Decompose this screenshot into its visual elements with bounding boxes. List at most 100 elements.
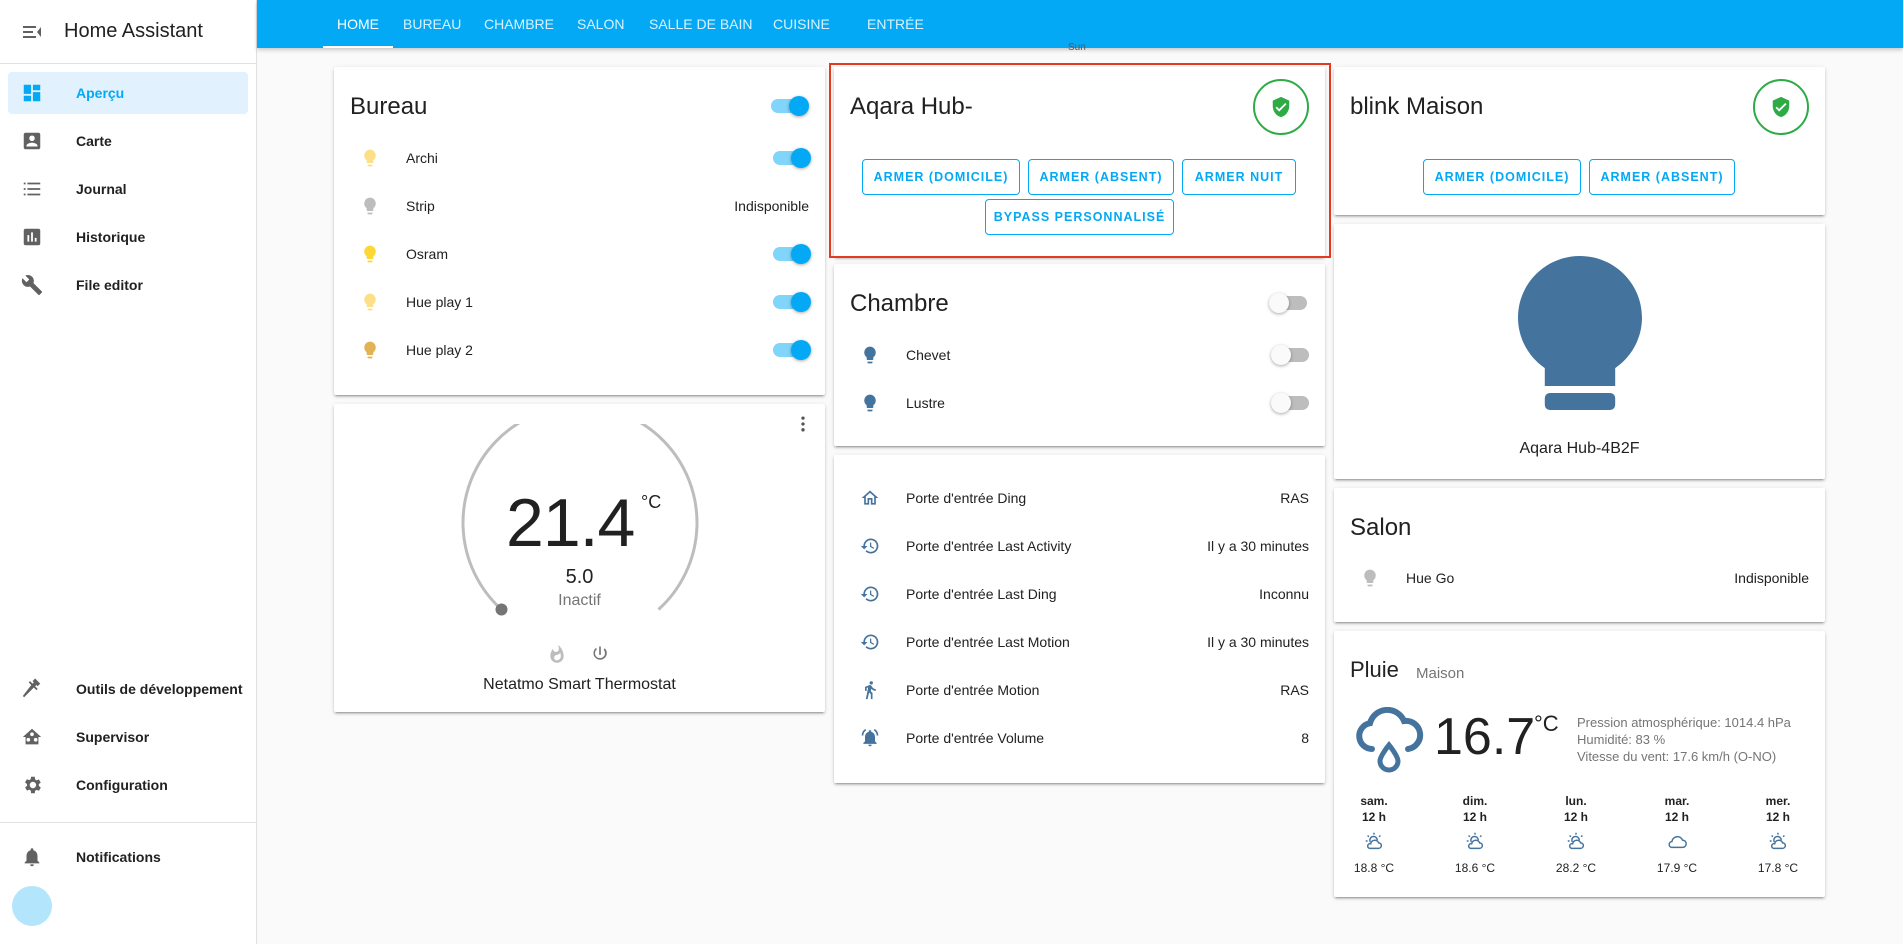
- sidebar-item-file-editor[interactable]: File editor: [8, 264, 248, 306]
- aqara-light-card[interactable]: Aqara Hub-4B2F: [1334, 224, 1825, 479]
- lightbulb-icon: [364, 197, 376, 215]
- weather-card[interactable]: Pluie Maison 16.7 °C Pression atmosphéri…: [1334, 631, 1825, 897]
- target-temperature: 5.0: [565, 566, 594, 588]
- forecast-day-name: dim.: [1462, 794, 1488, 808]
- tab-entree[interactable]: ENTRÉE: [853, 0, 938, 48]
- card-title: Salon: [1350, 514, 1412, 541]
- entity-row[interactable]: Porte d'entrée Volume 8: [850, 718, 1309, 758]
- menu-icon: [23, 25, 41, 38]
- alarm-state-badge[interactable]: [1753, 79, 1809, 135]
- user-avatar[interactable]: [12, 886, 52, 926]
- current-temperature: 21.4: [506, 485, 635, 561]
- tab-cuisine[interactable]: CUISINE: [759, 0, 844, 48]
- bureau-master-toggle[interactable]: [771, 96, 809, 116]
- forecast-hour: 12 h: [1664, 810, 1689, 824]
- entity-row[interactable]: Porte d'entrée Motion RAS: [850, 670, 1309, 710]
- lightbulb-icon: [364, 149, 376, 167]
- entity-name: Porte d'entrée Last Activity: [906, 538, 1072, 554]
- forecast-temp: 17.9 °C: [1656, 861, 1698, 875]
- sidebar-item-apercu[interactable]: Aperçu: [8, 72, 248, 114]
- weather-pressure: Pression atmosphérique: 1014.4 hPa: [1577, 715, 1791, 730]
- history-icon: [860, 586, 879, 602]
- entity-row[interactable]: Porte d'entrée Last Ding Inconnu: [850, 574, 1309, 614]
- entity-row[interactable]: Hue Go Indisponible: [1350, 558, 1809, 598]
- sidebar-item-journal[interactable]: Journal: [8, 168, 248, 210]
- forecast-day-name: mer.: [1765, 794, 1791, 808]
- alarm-state-badge[interactable]: [1253, 79, 1309, 135]
- tab-bureau[interactable]: BUREAU: [389, 0, 475, 48]
- arm-custom-bypass-button[interactable]: BYPASS PERSONNALISÉ: [985, 199, 1174, 235]
- entity-name: Chevet: [906, 347, 951, 363]
- tab-chambre[interactable]: CHAMBRE: [470, 0, 568, 48]
- top-app-bar: HOME BUREAU CHAMBRE SALON SALLE DE BAIN …: [257, 0, 1903, 48]
- wrench-icon: [21, 275, 43, 296]
- sidebar-item-historique[interactable]: Historique: [8, 216, 248, 258]
- entity-toggle[interactable]: [773, 292, 811, 312]
- entity-row[interactable]: Hue play 2: [350, 330, 811, 370]
- menu-toggle-button[interactable]: [0, 20, 64, 44]
- chambre-card: Chambre Chevet Lustre: [834, 264, 1325, 446]
- entity-row[interactable]: Porte d'entrée Last Activity Il y a 30 m…: [850, 526, 1309, 566]
- forecast-temp: 18.6 °C: [1454, 861, 1496, 875]
- weather-humidity: Humidité: 83 %: [1577, 732, 1666, 747]
- sidebar-item-notifications[interactable]: Notifications: [8, 836, 248, 878]
- sidebar-item-supervisor[interactable]: Supervisor: [8, 716, 248, 758]
- shield-check-icon: [1772, 96, 1790, 118]
- forecast-hour: 12 h: [1462, 810, 1487, 824]
- entity-row[interactable]: Porte d'entrée Last Motion Il y a 30 min…: [850, 622, 1309, 662]
- thermostat-card: 21.4 °C 5.0 Inactif Netatmo Smart Thermo…: [334, 404, 825, 712]
- entity-name: Porte d'entrée Last Motion: [906, 634, 1070, 650]
- heat-mode-button[interactable]: [547, 644, 567, 669]
- entity-row[interactable]: Porte d'entrée Ding RAS: [850, 478, 1309, 518]
- entity-state: Il y a 30 minutes: [1207, 634, 1309, 650]
- entity-row[interactable]: Hue play 1: [350, 282, 811, 322]
- entity-name: Strip: [406, 198, 435, 214]
- arm-night-button[interactable]: ARMER NUIT: [1182, 159, 1296, 195]
- lightbulb-icon: [864, 346, 876, 364]
- entity-row[interactable]: Chevet: [850, 335, 1309, 375]
- sidebar-item-label: File editor: [76, 277, 143, 293]
- cog-icon: [25, 776, 41, 794]
- card-title: Bureau: [350, 93, 428, 120]
- chambre-master-toggle[interactable]: [1269, 293, 1307, 313]
- entity-name: Hue play 2: [406, 342, 473, 358]
- sidebar: Home Assistant Aperçu Carte Journal Hist…: [0, 0, 257, 944]
- entity-row[interactable]: Lustre: [850, 383, 1309, 423]
- power-button[interactable]: [590, 644, 610, 669]
- sidebar-item-label: Carte: [76, 133, 112, 149]
- dashboard-icon: [23, 84, 41, 102]
- chart-box-icon: [23, 228, 41, 246]
- forecast-day: mar. 12 h 17.9 °C: [1637, 794, 1717, 875]
- entity-row[interactable]: Archi: [350, 138, 811, 178]
- sidebar-item-configuration[interactable]: Configuration: [8, 764, 248, 806]
- arm-home-button[interactable]: ARMER (DOMICILE): [1423, 159, 1581, 195]
- forecast-temp: 17.8 °C: [1757, 861, 1799, 875]
- tab-salle-de-bain[interactable]: SALLE DE BAIN: [635, 0, 767, 48]
- forecast-temp: 28.2 °C: [1555, 861, 1597, 875]
- entity-state: Inconnu: [1259, 586, 1309, 602]
- sidebar-item-label: Journal: [76, 181, 127, 197]
- entity-toggle[interactable]: [1271, 345, 1309, 365]
- lightbulb-icon[interactable]: [1518, 256, 1642, 420]
- entity-toggle[interactable]: [773, 148, 811, 168]
- tab-home[interactable]: HOME: [323, 0, 393, 48]
- forecast-hour: 12 h: [1361, 810, 1386, 824]
- lightbulb-icon: [364, 293, 376, 311]
- format-list-icon: [23, 182, 41, 196]
- entity-toggle[interactable]: [773, 340, 811, 360]
- sidebar-item-carte[interactable]: Carte: [8, 120, 248, 162]
- arm-away-button[interactable]: ARMER (ABSENT): [1589, 159, 1735, 195]
- tab-salon[interactable]: SALON: [563, 0, 638, 48]
- lightbulb-icon: [1364, 569, 1376, 587]
- arm-home-button[interactable]: ARMER (DOMICILE): [862, 159, 1020, 195]
- partly-cloudy-icon: [1567, 832, 1584, 850]
- entity-toggle[interactable]: [773, 244, 811, 264]
- forecast-day: sam. 12 h 18.8 °C: [1334, 794, 1414, 875]
- entity-row[interactable]: Osram: [350, 234, 811, 274]
- sidebar-item-label: Aperçu: [76, 85, 125, 101]
- entity-toggle[interactable]: [1271, 393, 1309, 413]
- more-options-button[interactable]: [793, 414, 813, 439]
- entity-row[interactable]: Strip Indisponible: [350, 186, 809, 226]
- arm-away-button[interactable]: ARMER (ABSENT): [1028, 159, 1174, 195]
- sidebar-item-outils[interactable]: Outils de développement: [8, 668, 248, 710]
